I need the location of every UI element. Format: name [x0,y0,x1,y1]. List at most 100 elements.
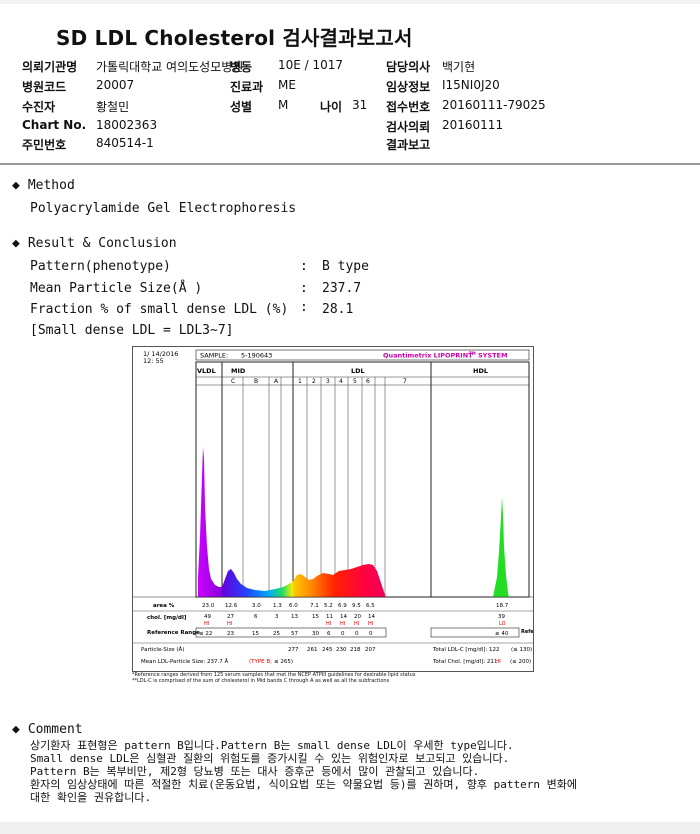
area-value: 23.0 [202,603,215,609]
ref-value: 30 [312,631,319,637]
page-title: SD LDL Cholesterol 검사결과보고서 [56,26,413,50]
area-value: 18.7 [496,603,509,609]
particle-size-label: Particle-Size (Å) [141,646,184,653]
chol-flag: HI [326,621,331,627]
chol-flag: HI [204,621,209,627]
comment-line: 환자의 임상상태에 따른 적절한 치료(운동요법, 식이요법 또는 약물요법 등… [30,778,577,791]
chol-value: 11 [326,614,333,620]
area-value: 6.5 [366,603,375,609]
lipoprint-report: 1/ 14/2016 12: 55 SAMPLE: 5-190643 Quant… [132,346,570,672]
area-value: 12.6 [225,603,238,609]
clinical-label: 임상정보 [386,80,431,94]
chol-value: 20 [354,614,361,620]
code-value: 20007 [96,78,135,92]
ref-value: 0 [369,631,373,637]
ref-value: ≤ 22 [199,631,212,637]
ref-value: 0 [355,631,359,637]
area-value: 5.2 [324,603,333,609]
doctor-value: 백기현 [442,60,476,74]
mean-size-label: Mean Particle Size(Å ) [30,281,203,296]
ref-row: ≤ 22 23 15 25 57 30 6 0 0 0 ≥ 40 [199,631,509,637]
result-label: 결과보고 [386,138,431,152]
report-footnotes: *Reference ranges derived from 125 serum… [132,672,552,684]
area-row: area % 23.0 12.6 3.0 1.3 6.0 7.1 5.2 6.9… [153,603,509,609]
sex-value: M [278,98,289,112]
ref-range-label-right: Reference Range [521,629,533,635]
ref-value: 57 [291,631,298,637]
id-label: 주민번호 [22,138,67,152]
ward-value: 10E / 1017 [278,58,344,72]
subband-b: B [254,378,258,385]
chol-flag: HI [354,621,359,627]
patient-label: 수진자 [22,100,56,114]
report-page: SD LDL Cholesterol 검사결과보고서 의뢰기관명 가톨릭대학교 … [0,0,700,834]
chol-flag: LO [499,621,506,627]
chol-label: chol. [mg/dl] [147,615,187,621]
subband-5: 5 [353,378,357,385]
subband-7: 7 [403,378,407,385]
comment-line: 상기환자 표현형은 pattern B입니다.Pattern B는 small … [30,739,514,752]
top-strip [0,0,700,4]
sample-label: SAMPLE: [200,352,228,360]
ref-value: 6 [327,631,331,637]
code-label: 병원코드 [22,80,67,94]
brand-name: Quantimetrix LIPOPRINT [383,352,473,360]
chol-value: 14 [368,614,375,620]
total-chol-flag: HI [495,659,501,665]
subband-2: 2 [312,378,316,385]
header-divider [0,163,700,165]
comment-heading: ◆ Comment [12,722,83,737]
report-time: 12: 55 [143,357,164,365]
area-value: 1.3 [273,603,282,609]
sample-value: 5-190643 [241,352,272,360]
chol-value: 3 [275,614,279,620]
mean-ref: ≤ 265) [274,659,293,665]
colon-separator: : [300,300,308,315]
ref-value: 15 [252,631,259,637]
chol-value: 49 [204,614,211,620]
subband-c: C [231,378,235,385]
method-text: Polyacrylamide Gel Electrophoresis [30,201,297,216]
chart-label: Chart No. [22,118,87,132]
area-value: 9.5 [352,603,361,609]
chol-flags: HI HI HI HI HI HI LO [204,621,506,627]
band-ldl: LDL [351,367,365,375]
colon-separator: : [300,259,308,274]
brand-suffix: SYSTEM [478,352,507,360]
particle-size-value: 261 [307,647,318,653]
ward-label: 병동 [230,60,253,74]
comment-heading-text: Comment [27,722,83,737]
total-ldlc-ref: (≤ 130) [511,647,532,653]
total-chol-ref: (≤ 200) [510,659,531,665]
ref-value: 25 [273,631,280,637]
particle-size-value: 218 [350,647,361,653]
pattern-value: B type [322,259,369,274]
particle-size-value: 230 [336,647,347,653]
age-value: 31 [352,98,368,112]
chol-flag: HI [368,621,373,627]
clinical-value: I15NI0J20 [442,78,500,92]
comment-line: Pattern B는 복부비만, 제2형 당뇨병 또는 대사 증후군 등에서 많… [30,765,480,778]
comment-line: Small dense LDL은 심혈관 질환의 위험도를 증가시킬 수 있는 … [30,752,510,765]
result-heading: ◆ Result & Conclusion [12,236,177,251]
particle-size-row: 277 261 245 230 218 207 [288,647,376,653]
total-chol: Total Chol. [mg/dl]: 211 [432,659,497,665]
fraction-value: 28.1 [322,302,354,317]
mean-type: (TYPE B; [249,659,272,665]
area-label: area % [153,603,175,609]
diamond-bullet-icon: ◆ [12,178,20,193]
chol-value: 6 [254,614,258,620]
chol-value: 27 [227,614,234,620]
particle-size-value: 277 [288,647,299,653]
chol-row: chol. [mg/dl] 49 27 6 3 13 15 11 14 20 1… [147,614,505,621]
ref-range-label: Reference Range [147,630,200,636]
pattern-label: Pattern(phenotype) [30,259,171,274]
request-value: 20160111 [442,118,504,132]
comment-line: 대한 확인을 권유합니다. [30,791,152,804]
subband-4: 4 [339,378,343,385]
ref-value: ≥ 40 [495,631,509,637]
doctor-label: 담당의사 [386,60,431,74]
dept-value: ME [278,78,296,92]
chol-flag: HI [340,621,345,627]
dept-label: 진료과 [230,80,264,94]
